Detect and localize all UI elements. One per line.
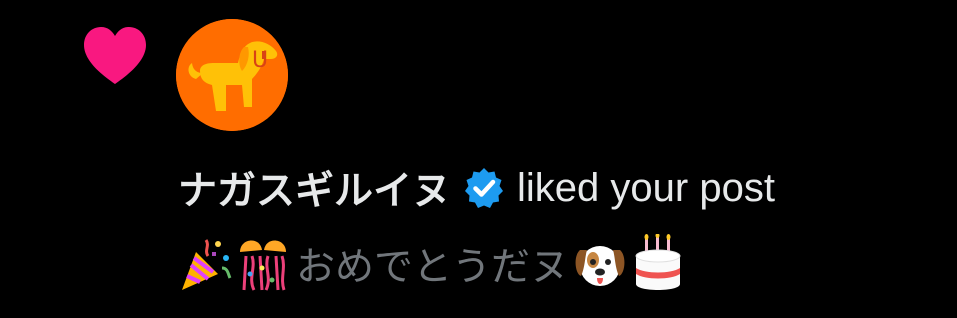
dog-face-emoji-icon [573, 234, 627, 294]
user-name-link[interactable]: ナガスギルイヌ [178, 160, 451, 216]
avatar[interactable]: U [176, 19, 288, 131]
confetti-ball-emoji-icon [236, 234, 290, 294]
like-notification[interactable]: U ナガスギルイヌ liked your post おめでとうだヌ [0, 0, 957, 318]
notification-title: ナガスギルイヌ liked your post [178, 160, 775, 216]
post-preview-text: おめでとうだヌ [296, 245, 570, 290]
action-text: liked your post [517, 165, 775, 210]
birthday-cake-emoji-icon [631, 234, 685, 294]
verified-badge-icon [465, 168, 504, 208]
heart-icon [84, 27, 146, 84]
svg-text:U: U [252, 48, 268, 73]
dog-avatar-icon: U [176, 19, 288, 131]
party-popper-emoji-icon [178, 234, 232, 294]
post-preview[interactable]: おめでとうだヌ [178, 232, 689, 296]
